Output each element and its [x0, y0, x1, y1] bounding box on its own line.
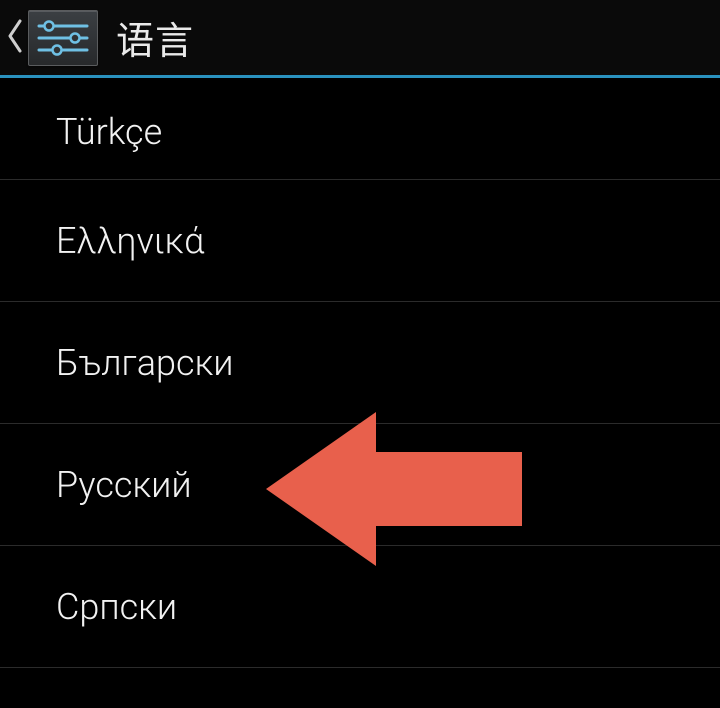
language-item-turkce[interactable]: Türkçe [0, 84, 720, 180]
settings-sliders-icon [28, 10, 98, 66]
language-item-bulgarski[interactable]: Български [0, 302, 720, 424]
language-item-srpski[interactable]: Српски [0, 546, 720, 668]
language-label: Türkçe [56, 111, 162, 153]
header-bar: 语言 [0, 0, 720, 78]
language-label: Српски [56, 586, 177, 628]
chevron-left-icon [6, 19, 24, 57]
back-button[interactable] [6, 19, 24, 57]
language-label: Ελληνικά [56, 220, 204, 262]
page-title: 语言 [116, 10, 194, 65]
language-label: Български [56, 342, 234, 384]
language-item-ellinika[interactable]: Ελληνικά [0, 180, 720, 302]
language-list: Türkçe Ελληνικά Български Русский Српски [0, 78, 720, 668]
language-item-russkiy[interactable]: Русский [0, 424, 720, 546]
language-label: Русский [56, 464, 192, 506]
